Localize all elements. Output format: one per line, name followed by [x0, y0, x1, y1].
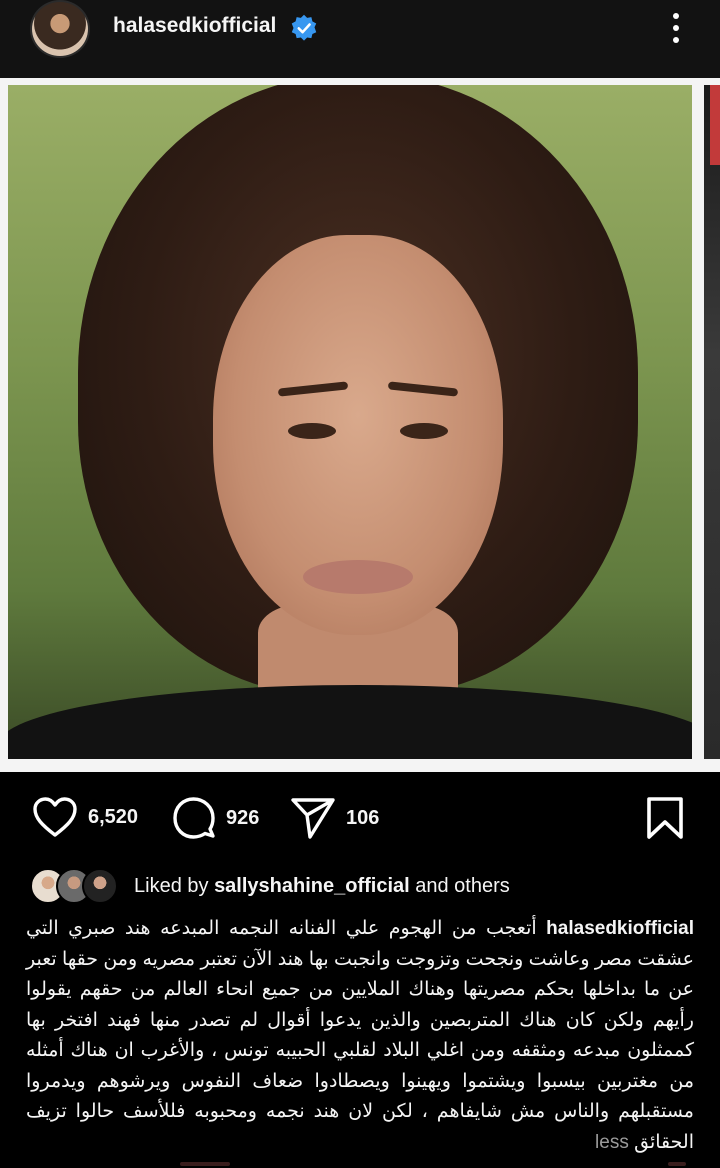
post-caption: halasedkiofficial أتعجب من الهجوم علي ال…: [26, 914, 694, 1158]
comment-count[interactable]: 926: [226, 807, 259, 830]
share-action[interactable]: 106: [290, 796, 379, 840]
post-header: halasedkiofficial: [0, 0, 720, 78]
bookmark-icon[interactable]: [646, 796, 684, 840]
caption-less-link[interactable]: less: [595, 1132, 629, 1153]
heart-icon[interactable]: [32, 796, 78, 838]
caption-username[interactable]: halasedkiofficial: [546, 918, 694, 939]
liked-by-row[interactable]: Liked by sallyshahine_official and other…: [30, 866, 690, 906]
liked-by-text[interactable]: Liked by sallyshahine_official and other…: [134, 875, 510, 898]
comment-action[interactable]: 926: [172, 796, 259, 840]
caption-text: أتعجب من الهجوم علي الفنانه النجمه المبد…: [26, 918, 694, 1153]
post-photo[interactable]: [8, 85, 692, 759]
verified-badge-icon: [291, 14, 317, 41]
profile-avatar[interactable]: [30, 0, 90, 58]
liker-avatar: [82, 868, 118, 904]
like-count[interactable]: 6,520: [88, 806, 138, 829]
more-vertical-icon[interactable]: [664, 10, 688, 46]
like-action[interactable]: 6,520: [32, 796, 138, 838]
liked-by-user[interactable]: sallyshahine_official: [214, 875, 410, 897]
liked-by-suffix: and others: [409, 874, 510, 897]
share-count[interactable]: 106: [346, 807, 379, 830]
liked-by-prefix: Liked by: [134, 874, 215, 897]
comment-bubble-icon[interactable]: [172, 796, 216, 840]
carousel-next-peek[interactable]: [704, 85, 720, 759]
next-post-edge: [0, 1160, 720, 1168]
send-icon[interactable]: [290, 796, 336, 840]
post-username[interactable]: halasedkiofficial: [113, 14, 276, 38]
post-media-frame: [0, 78, 720, 772]
